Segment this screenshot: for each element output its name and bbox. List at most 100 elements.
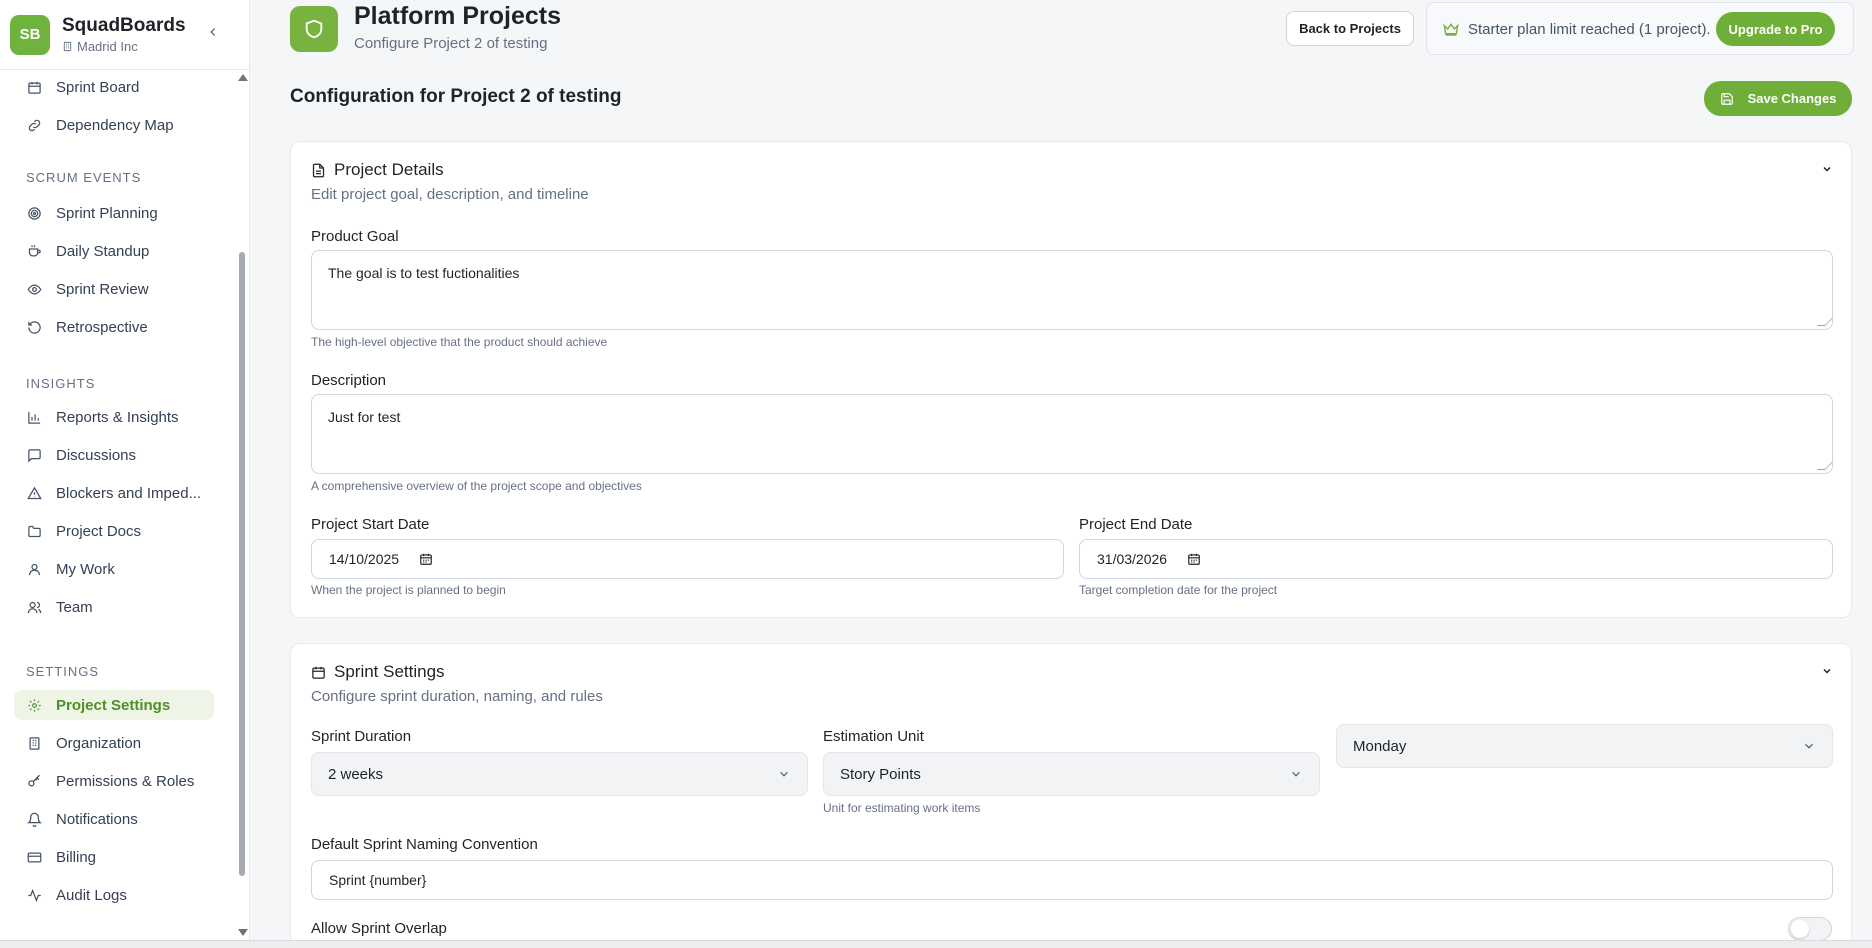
brand-logo[interactable]: SB <box>10 14 50 55</box>
scroll-down-arrow[interactable] <box>238 929 248 936</box>
sidebar-item-project-settings[interactable]: Project Settings <box>14 690 214 720</box>
sprint-settings-card: Sprint Settings Configure sprint duratio… <box>290 643 1852 948</box>
sidebar-item-sprint-planning[interactable]: Sprint Planning <box>14 198 214 228</box>
product-goal-hint: The high-level objective that the produc… <box>311 335 608 349</box>
start-date-value: 14/10/2025 <box>329 551 400 567</box>
sidebar-item-audit-logs[interactable]: Audit Logs <box>14 880 214 910</box>
sidebar-item-label: Blockers and Imped... <box>56 484 202 502</box>
building-icon <box>63 41 72 52</box>
sprint-duration-label: Sprint Duration <box>311 728 412 745</box>
scroll-up-arrow[interactable] <box>238 74 248 81</box>
activity-icon <box>26 887 42 903</box>
project-details-header[interactable]: Project Details <box>311 160 444 180</box>
configuration-title: Configuration for Project 2 of testing <box>290 86 622 107</box>
chevron-down-icon <box>1805 743 1813 749</box>
scroll-thumb[interactable] <box>239 252 245 876</box>
sprint-duration-select[interactable]: 2 weeks <box>311 752 808 796</box>
chevron-left-icon <box>210 28 216 36</box>
estimation-unit-hint: Unit for estimating work items <box>823 801 981 815</box>
sidebar-item-reports[interactable]: Reports & Insights <box>14 402 214 432</box>
card-title: Sprint Settings <box>334 662 445 681</box>
sidebar-item-label: Sprint Board <box>56 78 140 96</box>
allow-overlap-toggle[interactable] <box>1788 917 1832 941</box>
sidebar-item-retrospective[interactable]: Retrospective <box>14 312 214 342</box>
sidebar-item-permissions[interactable]: Permissions & Roles <box>14 766 214 796</box>
brand-name: SquadBoards <box>62 15 186 36</box>
calendar-icon[interactable] <box>419 552 433 566</box>
section-insights: INSIGHTS <box>26 376 96 391</box>
naming-convention-value: Sprint {number} <box>329 872 427 888</box>
eye-icon <box>26 281 42 297</box>
save-changes-label: Save Changes <box>1747 91 1837 106</box>
sidebar-item-label: Project Settings <box>56 696 171 714</box>
end-date-input[interactable]: 31/03/2026 <box>1079 539 1833 579</box>
collapse-sprint-settings-button[interactable] <box>1821 664 1833 682</box>
end-date-hint: Target completion date for the project <box>1079 583 1278 597</box>
card-title: Project Details <box>334 160 444 179</box>
sidebar-item-billing[interactable]: Billing <box>14 842 214 872</box>
naming-convention-input[interactable]: Sprint {number} <box>311 860 1833 900</box>
org-switcher[interactable]: Madrid Inc <box>62 39 186 54</box>
project-shield-badge <box>290 6 338 52</box>
sidebar-item-blockers[interactable]: Blockers and Imped... <box>14 478 214 508</box>
collapse-sidebar-button[interactable] <box>203 22 223 42</box>
window-bottom-edge <box>0 940 1872 948</box>
chevron-down-icon <box>780 771 788 777</box>
sprint-settings-header[interactable]: Sprint Settings <box>311 662 445 682</box>
save-changes-button[interactable]: Save Changes <box>1704 81 1852 116</box>
plan-limit-text: Starter plan limit reached (1 project). <box>1468 21 1711 38</box>
sidebar-scrollbar[interactable] <box>236 70 248 940</box>
sidebar-item-my-work[interactable]: My Work <box>14 554 214 584</box>
sidebar-item-label: Team <box>56 598 93 616</box>
end-date-value: 31/03/2026 <box>1097 551 1168 567</box>
product-goal-textarea[interactable]: The goal is to test fuctionalities <box>311 250 1833 330</box>
sidebar-item-daily-standup[interactable]: Daily Standup <box>14 236 214 266</box>
chevron-down-icon <box>1292 771 1300 777</box>
alert-triangle-icon <box>26 485 42 501</box>
section-settings: SETTINGS <box>26 664 100 679</box>
sidebar-item-discussions[interactable]: Discussions <box>14 440 214 470</box>
start-date-label: Project Start Date <box>311 516 430 533</box>
sprint-duration-value: 2 weeks <box>328 765 384 783</box>
sidebar-item-project-docs[interactable]: Project Docs <box>14 516 214 546</box>
sidebar-item-sprint-review[interactable]: Sprint Review <box>14 274 214 304</box>
description-textarea[interactable]: Just for test <box>311 394 1833 474</box>
collapse-project-details-button[interactable] <box>1821 162 1833 180</box>
key-icon <box>26 773 42 789</box>
resize-handle[interactable] <box>1817 462 1833 470</box>
sidebar-item-label: Permissions & Roles <box>56 772 195 790</box>
sidebar-item-organization[interactable]: Organization <box>14 728 214 758</box>
sidebar-item-team[interactable]: Team <box>14 592 214 622</box>
sidebar: SB SquadBoards Madrid Inc Sprint Board D… <box>0 0 250 940</box>
sidebar-item-dependency-map[interactable]: Dependency Map <box>14 110 214 140</box>
start-date-input[interactable]: 14/10/2025 <box>311 539 1064 579</box>
estimation-unit-label: Estimation Unit <box>823 728 924 745</box>
page-subtitle: Configure Project 2 of testing <box>354 35 548 52</box>
sidebar-item-label: Reports & Insights <box>56 408 179 426</box>
allow-overlap-label: Allow Sprint Overlap <box>311 920 447 937</box>
sidebar-nav: Sprint Board Dependency Map SCRUM EVENTS… <box>0 70 236 940</box>
file-text-icon <box>312 163 325 177</box>
sidebar-item-label: Audit Logs <box>56 886 127 904</box>
sidebar-item-label: Sprint Review <box>56 280 149 298</box>
sidebar-item-label: Notifications <box>56 810 138 828</box>
bell-icon <box>26 811 42 827</box>
sidebar-item-label: Organization <box>56 734 142 752</box>
folder-icon <box>26 523 42 539</box>
chevron-down-icon <box>1823 668 1831 674</box>
sprint-start-day-select[interactable]: Monday <box>1336 724 1833 768</box>
resize-handle[interactable] <box>1817 318 1833 326</box>
message-square-icon <box>26 447 42 463</box>
sidebar-item-notifications[interactable]: Notifications <box>14 804 214 834</box>
shield-icon <box>305 19 323 39</box>
calendar-icon[interactable] <box>1187 552 1201 566</box>
coffee-icon <box>26 243 42 259</box>
upgrade-to-pro-button[interactable]: Upgrade to Pro <box>1716 12 1835 46</box>
crown-icon <box>1443 23 1459 36</box>
start-date-hint: When the project is planned to begin <box>311 583 506 597</box>
back-to-projects-button[interactable]: Back to Projects <box>1286 11 1414 46</box>
sidebar-item-sprint-board[interactable]: Sprint Board <box>14 72 214 102</box>
estimation-unit-select[interactable]: Story Points <box>823 752 1320 796</box>
building-icon <box>26 735 42 751</box>
org-name: Madrid Inc <box>77 39 138 54</box>
